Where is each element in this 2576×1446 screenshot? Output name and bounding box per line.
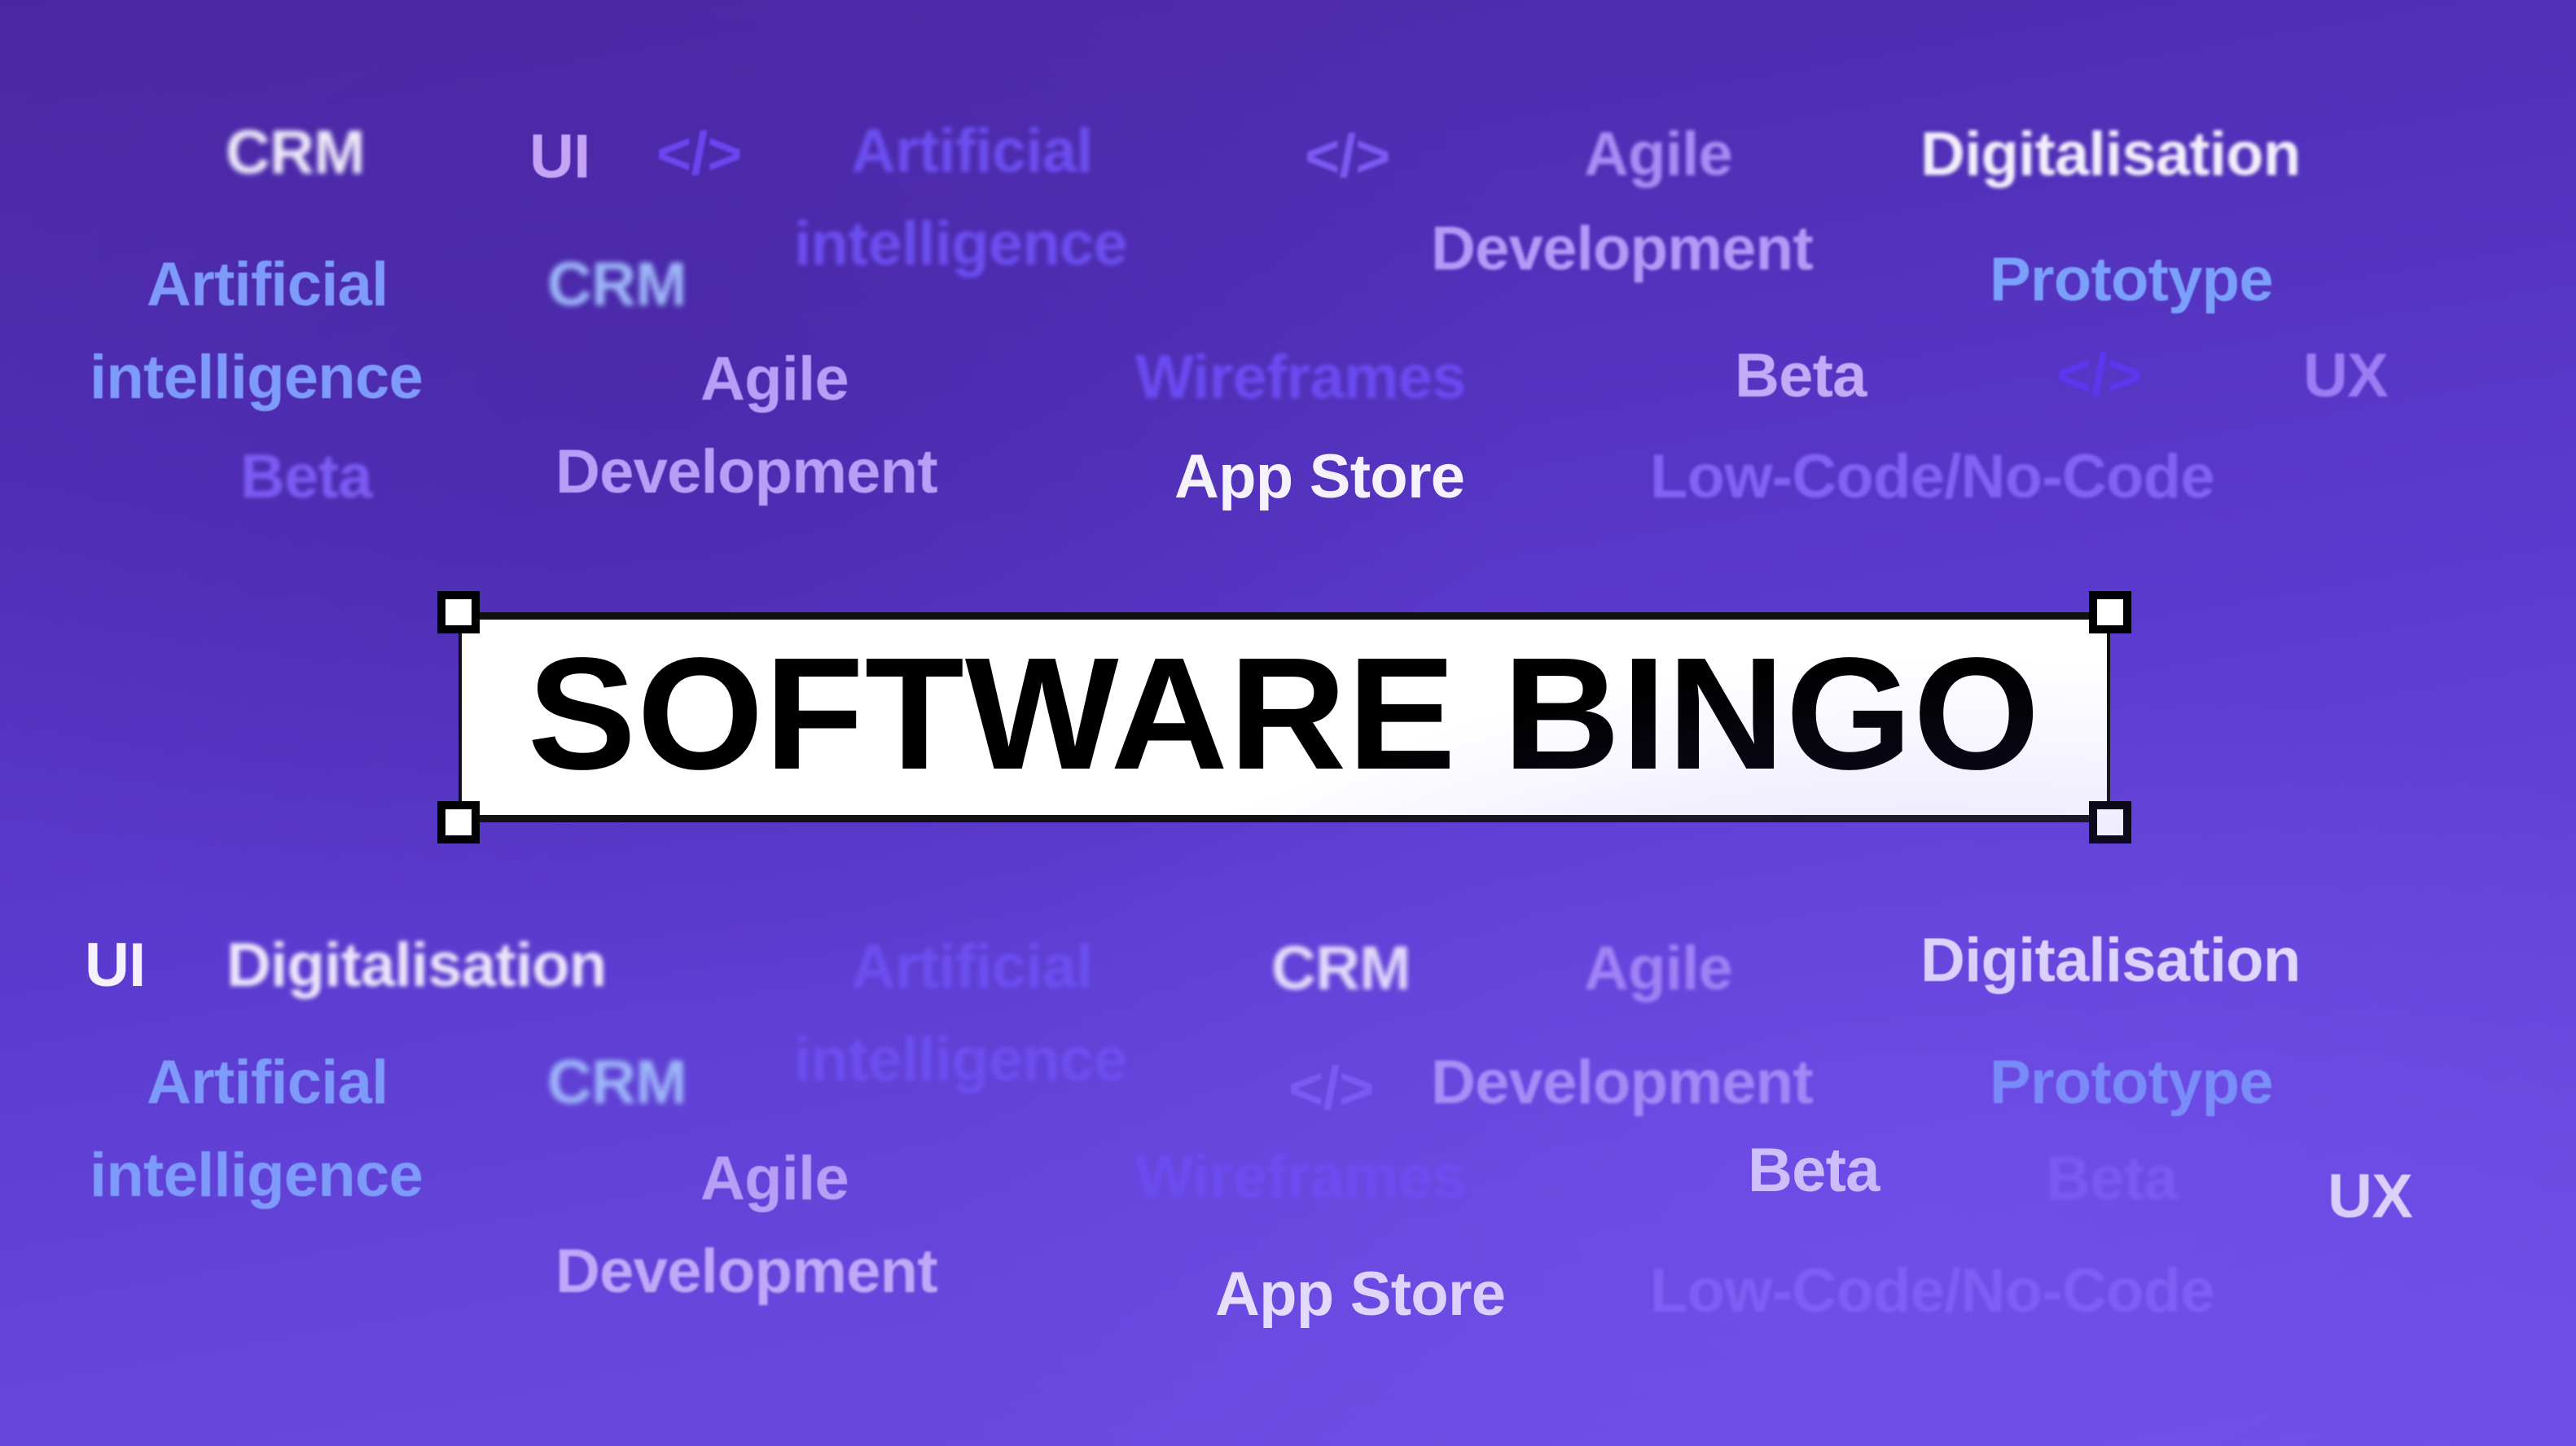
cloud-word: Wireframes	[1135, 1142, 1466, 1212]
cloud-word: intelligence	[90, 1141, 423, 1210]
cloud-word: Digitalisation	[1920, 926, 2301, 995]
cloud-word: Artificial	[851, 932, 1093, 1001]
cloud-word: App Store	[1174, 442, 1465, 511]
cloud-word: </>	[656, 120, 743, 187]
selection-handle-top-right[interactable]	[2089, 591, 2131, 633]
cloud-word: Agile	[700, 1144, 849, 1213]
banner-box[interactable]: SOFTWARE BINGO	[459, 612, 2110, 822]
cloud-word: Digitalisation	[226, 931, 607, 1000]
cloud-word: Beta	[1735, 341, 1867, 410]
cloud-word: intelligence	[794, 209, 1128, 278]
cloud-word: App Store	[1215, 1260, 1506, 1329]
banner-left-edge	[459, 620, 462, 815]
cloud-word: </>	[2056, 341, 2143, 409]
cloud-word: CRM	[547, 1048, 687, 1117]
cloud-word: Artificial	[147, 250, 388, 319]
cloud-word: Agile	[1584, 934, 1733, 1003]
cloud-word: Artificial	[147, 1048, 388, 1117]
cloud-word: Low-Code/No-Code	[1650, 1256, 2215, 1326]
cloud-word: CRM	[547, 250, 687, 319]
cloud-word: UI	[529, 122, 590, 191]
cloud-word: Agile	[1584, 120, 1733, 189]
selection-handle-bottom-left[interactable]	[437, 801, 480, 844]
cloud-word: intelligence	[794, 1025, 1128, 1094]
cloud-word: Beta	[240, 442, 372, 511]
cloud-word: Development	[555, 437, 938, 506]
cloud-word: Development	[1431, 214, 1814, 283]
cloud-word: CRM	[226, 118, 366, 187]
selection-handle-top-left[interactable]	[437, 591, 480, 633]
cloud-word: Agile	[700, 344, 849, 414]
cloud-word: Prototype	[1990, 245, 2274, 314]
cloud-word: Development	[555, 1237, 938, 1306]
cloud-word: intelligence	[90, 343, 423, 412]
cloud-word: UX	[2303, 341, 2389, 410]
poster-canvas: CRM UI </> Artificial intelligence </> Agile De…	[0, 0, 2576, 1446]
cloud-word: Beta	[1748, 1136, 1880, 1205]
cloud-word: Beta	[2046, 1144, 2178, 1213]
cloud-word: </>	[1288, 1054, 1375, 1122]
cloud-word: </>	[1305, 122, 1391, 190]
page-title: SOFTWARE BINGO	[528, 624, 2041, 803]
cloud-word: Prototype	[1990, 1048, 2274, 1117]
cloud-word: Artificial	[851, 116, 1093, 186]
cloud-word: CRM	[1271, 934, 1411, 1003]
cloud-word: UI	[85, 931, 146, 1000]
cloud-word: Development	[1431, 1048, 1814, 1117]
selection-handle-bottom-right[interactable]	[2089, 801, 2131, 844]
cloud-word: Low-Code/No-Code	[1650, 442, 2215, 511]
banner-right-edge	[2107, 620, 2110, 815]
cloud-word: UX	[2328, 1162, 2413, 1231]
selected-text-banner[interactable]: SOFTWARE BINGO	[437, 591, 2131, 844]
cloud-word: Digitalisation	[1920, 120, 2301, 189]
cloud-word: Wireframes	[1135, 343, 1466, 412]
